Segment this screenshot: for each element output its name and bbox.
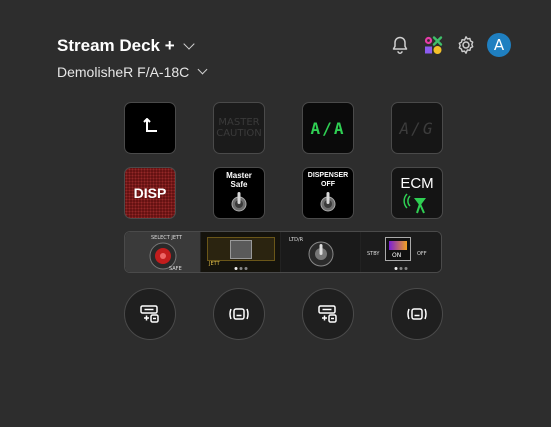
dial-sub-label: SAFE	[169, 266, 182, 272]
master-safe-key[interactable]: Master Safe	[213, 167, 265, 219]
dial-touch-strip[interactable]: SELECT JETT SAFE JETT LTD/R STBY ON OFF	[124, 231, 442, 273]
dial-button-1[interactable]	[124, 288, 176, 340]
chevron-down-icon	[197, 64, 208, 75]
dispenser-off-key[interactable]: DISPENSER OFF	[302, 167, 354, 219]
dial-ltdr[interactable]: LTD/R	[281, 232, 361, 272]
dial-action-icon	[229, 308, 249, 320]
radar-dish-icon	[403, 192, 426, 213]
ecm-label: ECM	[400, 174, 434, 192]
profile-selector[interactable]: DemolisheR F/A-18C	[57, 64, 208, 80]
dial-button-2[interactable]	[213, 288, 265, 340]
toggle-switch-icon	[231, 192, 247, 212]
toolbar: A	[388, 33, 511, 57]
dispenser-label: DISPENSER OFF	[307, 172, 349, 188]
toggle-switch-icon	[320, 192, 336, 212]
add-action-icon	[140, 305, 159, 323]
toggle-switch-icon	[308, 241, 334, 267]
master-caution-label: MASTER CAUTION	[216, 117, 262, 139]
ag-key[interactable]: A/G	[391, 102, 443, 154]
aa-key[interactable]: A/A	[302, 102, 354, 154]
device-selector[interactable]: Stream Deck +	[57, 36, 195, 56]
add-action-icon	[318, 305, 337, 323]
dial-action-icon	[407, 308, 427, 320]
stby-label: STBY	[367, 251, 380, 257]
page-dots	[394, 267, 408, 270]
dial-button-3[interactable]	[302, 288, 354, 340]
marketplace-icon[interactable]	[421, 33, 445, 57]
back-key[interactable]	[124, 102, 176, 154]
page-dots	[234, 267, 247, 270]
on-label: ON	[392, 252, 402, 259]
dial-ecm-mode[interactable]: STBY ON OFF	[361, 232, 441, 272]
aa-label: A/A	[310, 118, 346, 138]
dial-select-jett[interactable]: SELECT JETT SAFE	[125, 232, 201, 272]
dial-jett[interactable]: JETT	[201, 232, 281, 272]
mode-indicator	[389, 241, 407, 250]
disp-label: DISP	[133, 185, 167, 201]
jett-panel	[207, 237, 275, 261]
ltdr-label: LTD/R	[289, 237, 304, 243]
bell-icon[interactable]	[388, 33, 412, 57]
jett-label: JETT	[209, 261, 220, 267]
jett-button	[230, 240, 252, 259]
off-label: OFF	[417, 251, 427, 257]
mode-display: ON	[385, 237, 411, 261]
master-safe-label: Master Safe	[226, 171, 252, 189]
account-avatar[interactable]: A	[487, 33, 511, 57]
gear-icon[interactable]	[454, 33, 478, 57]
master-caution-key[interactable]: MASTER CAUTION	[213, 102, 265, 154]
dial-button-4[interactable]	[391, 288, 443, 340]
ecm-key[interactable]: ECM	[391, 167, 443, 219]
device-title: Stream Deck +	[57, 36, 175, 55]
back-arrow-icon	[143, 118, 157, 132]
chevron-down-icon	[182, 37, 195, 50]
ag-label: A/G	[399, 118, 435, 138]
profile-name: DemolisheR F/A-18C	[57, 64, 190, 80]
disp-key[interactable]: DISP	[124, 167, 176, 219]
